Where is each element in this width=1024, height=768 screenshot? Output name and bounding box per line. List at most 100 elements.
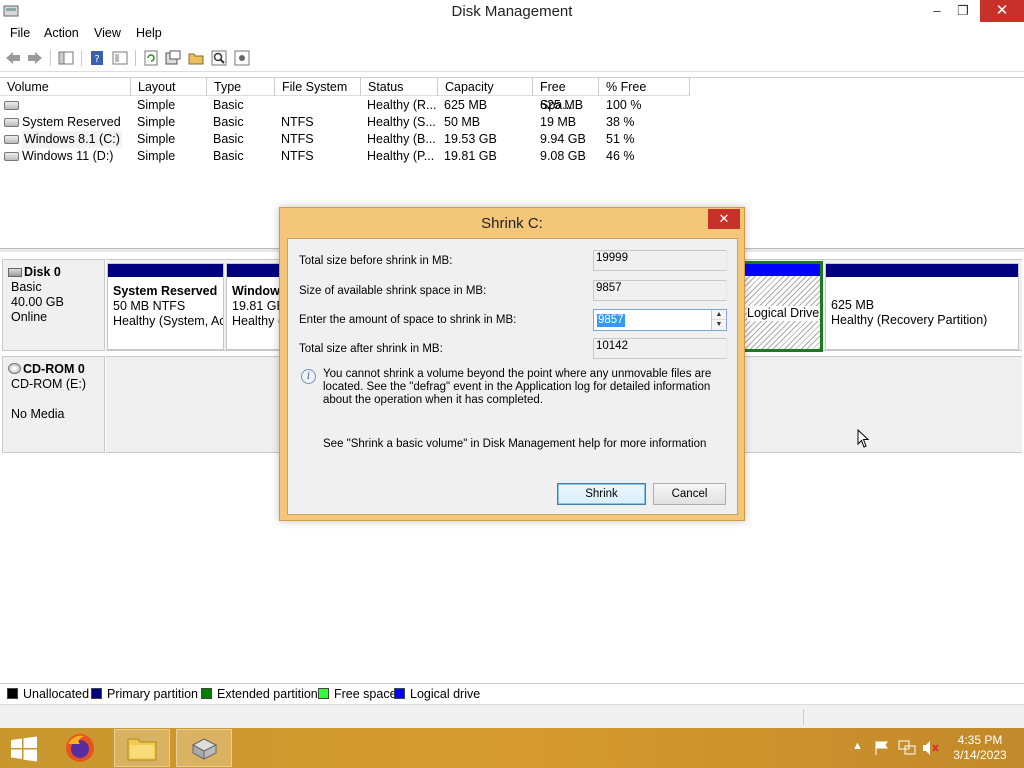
table-row[interactable]: Windows 8.1 (C:) Simple Basic NTFS Healt… bbox=[0, 131, 1024, 148]
volume-drive-icon bbox=[4, 101, 19, 110]
column-header-free-space[interactable]: Free Spa... bbox=[533, 78, 599, 112]
network-icon[interactable] bbox=[898, 740, 916, 756]
total-after-label: Total size after shrink in MB: bbox=[299, 343, 443, 355]
cdrom-0-label[interactable]: CD-ROM 0 CD-ROM (E:) No Media bbox=[2, 356, 105, 453]
dialog-close-button[interactable]: ✕ bbox=[708, 209, 740, 229]
shrink-dialog: Shrink C: ✕ Total size before shrink in … bbox=[279, 207, 745, 521]
partition-recovery[interactable]: 625 MB Healthy (Recovery Partition) bbox=[825, 263, 1019, 350]
action-center-flag-icon[interactable] bbox=[874, 740, 890, 756]
available-shrink-label: Size of available shrink space in MB: bbox=[299, 285, 487, 297]
primary-partition-bar bbox=[227, 264, 285, 277]
rescan-disks-icon[interactable] bbox=[164, 49, 182, 67]
cell-file-system: NTFS bbox=[281, 115, 314, 129]
mouse-cursor-icon bbox=[857, 429, 870, 448]
cell-capacity: 19.53 GB bbox=[444, 132, 497, 146]
taskbar-clock[interactable]: 4:35 PM 3/14/2023 bbox=[950, 733, 1010, 763]
volume-drive-icon bbox=[4, 118, 19, 127]
disk-management-taskbar-icon[interactable] bbox=[176, 729, 232, 767]
search-icon[interactable] bbox=[210, 49, 228, 67]
menu-help[interactable]: Help bbox=[136, 26, 162, 40]
shrink-button[interactable]: Shrink bbox=[557, 483, 646, 505]
menu-file[interactable]: File bbox=[10, 26, 30, 40]
info-icon: i bbox=[301, 369, 316, 384]
disk-0-size: 40.00 GB bbox=[11, 295, 64, 309]
file-explorer-icon[interactable] bbox=[114, 729, 170, 767]
column-header-layout[interactable]: Layout bbox=[131, 78, 207, 96]
column-header-volume[interactable]: Volume bbox=[0, 78, 131, 96]
cdrom-0-state: No Media bbox=[11, 407, 65, 421]
partition-status: Healthy (System, Ac bbox=[113, 314, 224, 328]
column-header-type[interactable]: Type bbox=[207, 78, 275, 96]
menu-bar: File Action View Help bbox=[0, 24, 1024, 44]
legend-swatch bbox=[201, 688, 212, 699]
firefox-icon[interactable] bbox=[52, 729, 108, 767]
partition-system-reserved[interactable]: System Reserved 50 MB NTFS Healthy (Syst… bbox=[107, 263, 224, 350]
dialog-body: Total size before shrink in MB: 19999 Si… bbox=[287, 238, 738, 515]
spin-up-arrow-icon[interactable]: ▲ bbox=[711, 310, 726, 320]
windows-start-icon[interactable] bbox=[10, 736, 38, 762]
show-hidden-icons-icon[interactable]: ▲ bbox=[852, 740, 863, 752]
legend-swatch bbox=[91, 688, 102, 699]
legend-swatch bbox=[7, 688, 18, 699]
open-folder-icon[interactable] bbox=[187, 49, 205, 67]
table-row[interactable]: Simple Basic Healthy (R... 625 MB 625 MB… bbox=[0, 97, 1024, 114]
cell-type: Basic bbox=[213, 132, 244, 146]
partition-size: 625 MB bbox=[831, 298, 875, 312]
legend: Unallocated Primary partition Extended p… bbox=[0, 683, 1024, 703]
cell-layout: Simple bbox=[137, 132, 176, 146]
clock-date: 3/14/2023 bbox=[953, 748, 1007, 762]
legend-logical: Logical drive bbox=[394, 688, 480, 700]
partition-status: Healthy (Recovery Partition) bbox=[831, 313, 988, 327]
cell-free-space: 625 MB bbox=[540, 98, 584, 112]
menu-view[interactable]: View bbox=[94, 26, 121, 40]
cell-percent-free: 38 % bbox=[606, 115, 635, 129]
menu-action[interactable]: Action bbox=[44, 26, 79, 40]
column-header-capacity[interactable]: Capacity bbox=[438, 78, 533, 96]
cell-type: Basic bbox=[213, 115, 244, 129]
available-shrink-field: 9857 bbox=[593, 280, 727, 301]
primary-partition-bar bbox=[826, 264, 1018, 277]
svg-text:?: ? bbox=[94, 54, 99, 65]
settings-icon[interactable] bbox=[233, 49, 251, 67]
cell-free-space: 9.94 GB bbox=[540, 132, 586, 146]
shrink-amount-value: 9857 bbox=[597, 314, 625, 327]
status-bar bbox=[0, 704, 1024, 728]
properties-icon[interactable] bbox=[111, 49, 129, 67]
cell-capacity: 625 MB bbox=[444, 98, 488, 112]
legend-primary: Primary partition bbox=[91, 688, 198, 700]
cell-file-system: NTFS bbox=[281, 149, 314, 163]
table-row[interactable]: System Reserved Simple Basic NTFS Health… bbox=[0, 114, 1024, 131]
cell-type: Basic bbox=[213, 98, 244, 112]
partition-name: System Reserved bbox=[113, 284, 218, 298]
volume-drive-icon bbox=[4, 135, 19, 144]
cell-status: Healthy (R... bbox=[367, 98, 437, 112]
window-title: Disk Management bbox=[451, 3, 573, 20]
dialog-title: Shrink C: bbox=[481, 215, 543, 232]
back-arrow-icon[interactable] bbox=[4, 49, 22, 67]
cell-layout: Simple bbox=[137, 149, 176, 163]
console-tree-icon[interactable] bbox=[57, 49, 75, 67]
cdrom-0-type: CD-ROM (E:) bbox=[11, 377, 86, 391]
primary-partition-bar bbox=[108, 264, 223, 277]
shrink-amount-input[interactable]: 9857 ▲ ▼ bbox=[593, 309, 727, 331]
column-header-status[interactable]: Status bbox=[361, 78, 438, 96]
legend-swatch bbox=[394, 688, 405, 699]
partition-logical-drive[interactable]: Logical Drive) bbox=[742, 261, 823, 352]
cell-capacity: 50 MB bbox=[444, 115, 481, 129]
forward-arrow-icon[interactable] bbox=[26, 49, 44, 67]
cell-status: Healthy (P... bbox=[367, 149, 435, 163]
refresh-icon[interactable] bbox=[142, 49, 160, 67]
table-row[interactable]: Windows 11 (D:) Simple Basic NTFS Health… bbox=[0, 148, 1024, 165]
column-header-file-system[interactable]: File System bbox=[275, 78, 361, 96]
spin-down-arrow-icon[interactable]: ▼ bbox=[711, 320, 726, 330]
close-button[interactable]: ✕ bbox=[980, 0, 1024, 22]
volume-muted-icon[interactable] bbox=[922, 740, 940, 756]
partition-windows-11[interactable]: Window 19.81 GB Healthy ( bbox=[226, 263, 286, 350]
cell-layout: Simple bbox=[137, 115, 176, 129]
disk-0-label[interactable]: Disk 0 Basic 40.00 GB Online bbox=[2, 259, 105, 351]
help-book-icon[interactable]: ? bbox=[88, 49, 106, 67]
toolbar: ? bbox=[0, 45, 1024, 72]
maximize-button[interactable]: ❐ bbox=[948, 0, 978, 22]
column-header-percent-free[interactable]: % Free bbox=[599, 78, 690, 96]
cancel-button[interactable]: Cancel bbox=[653, 483, 726, 505]
